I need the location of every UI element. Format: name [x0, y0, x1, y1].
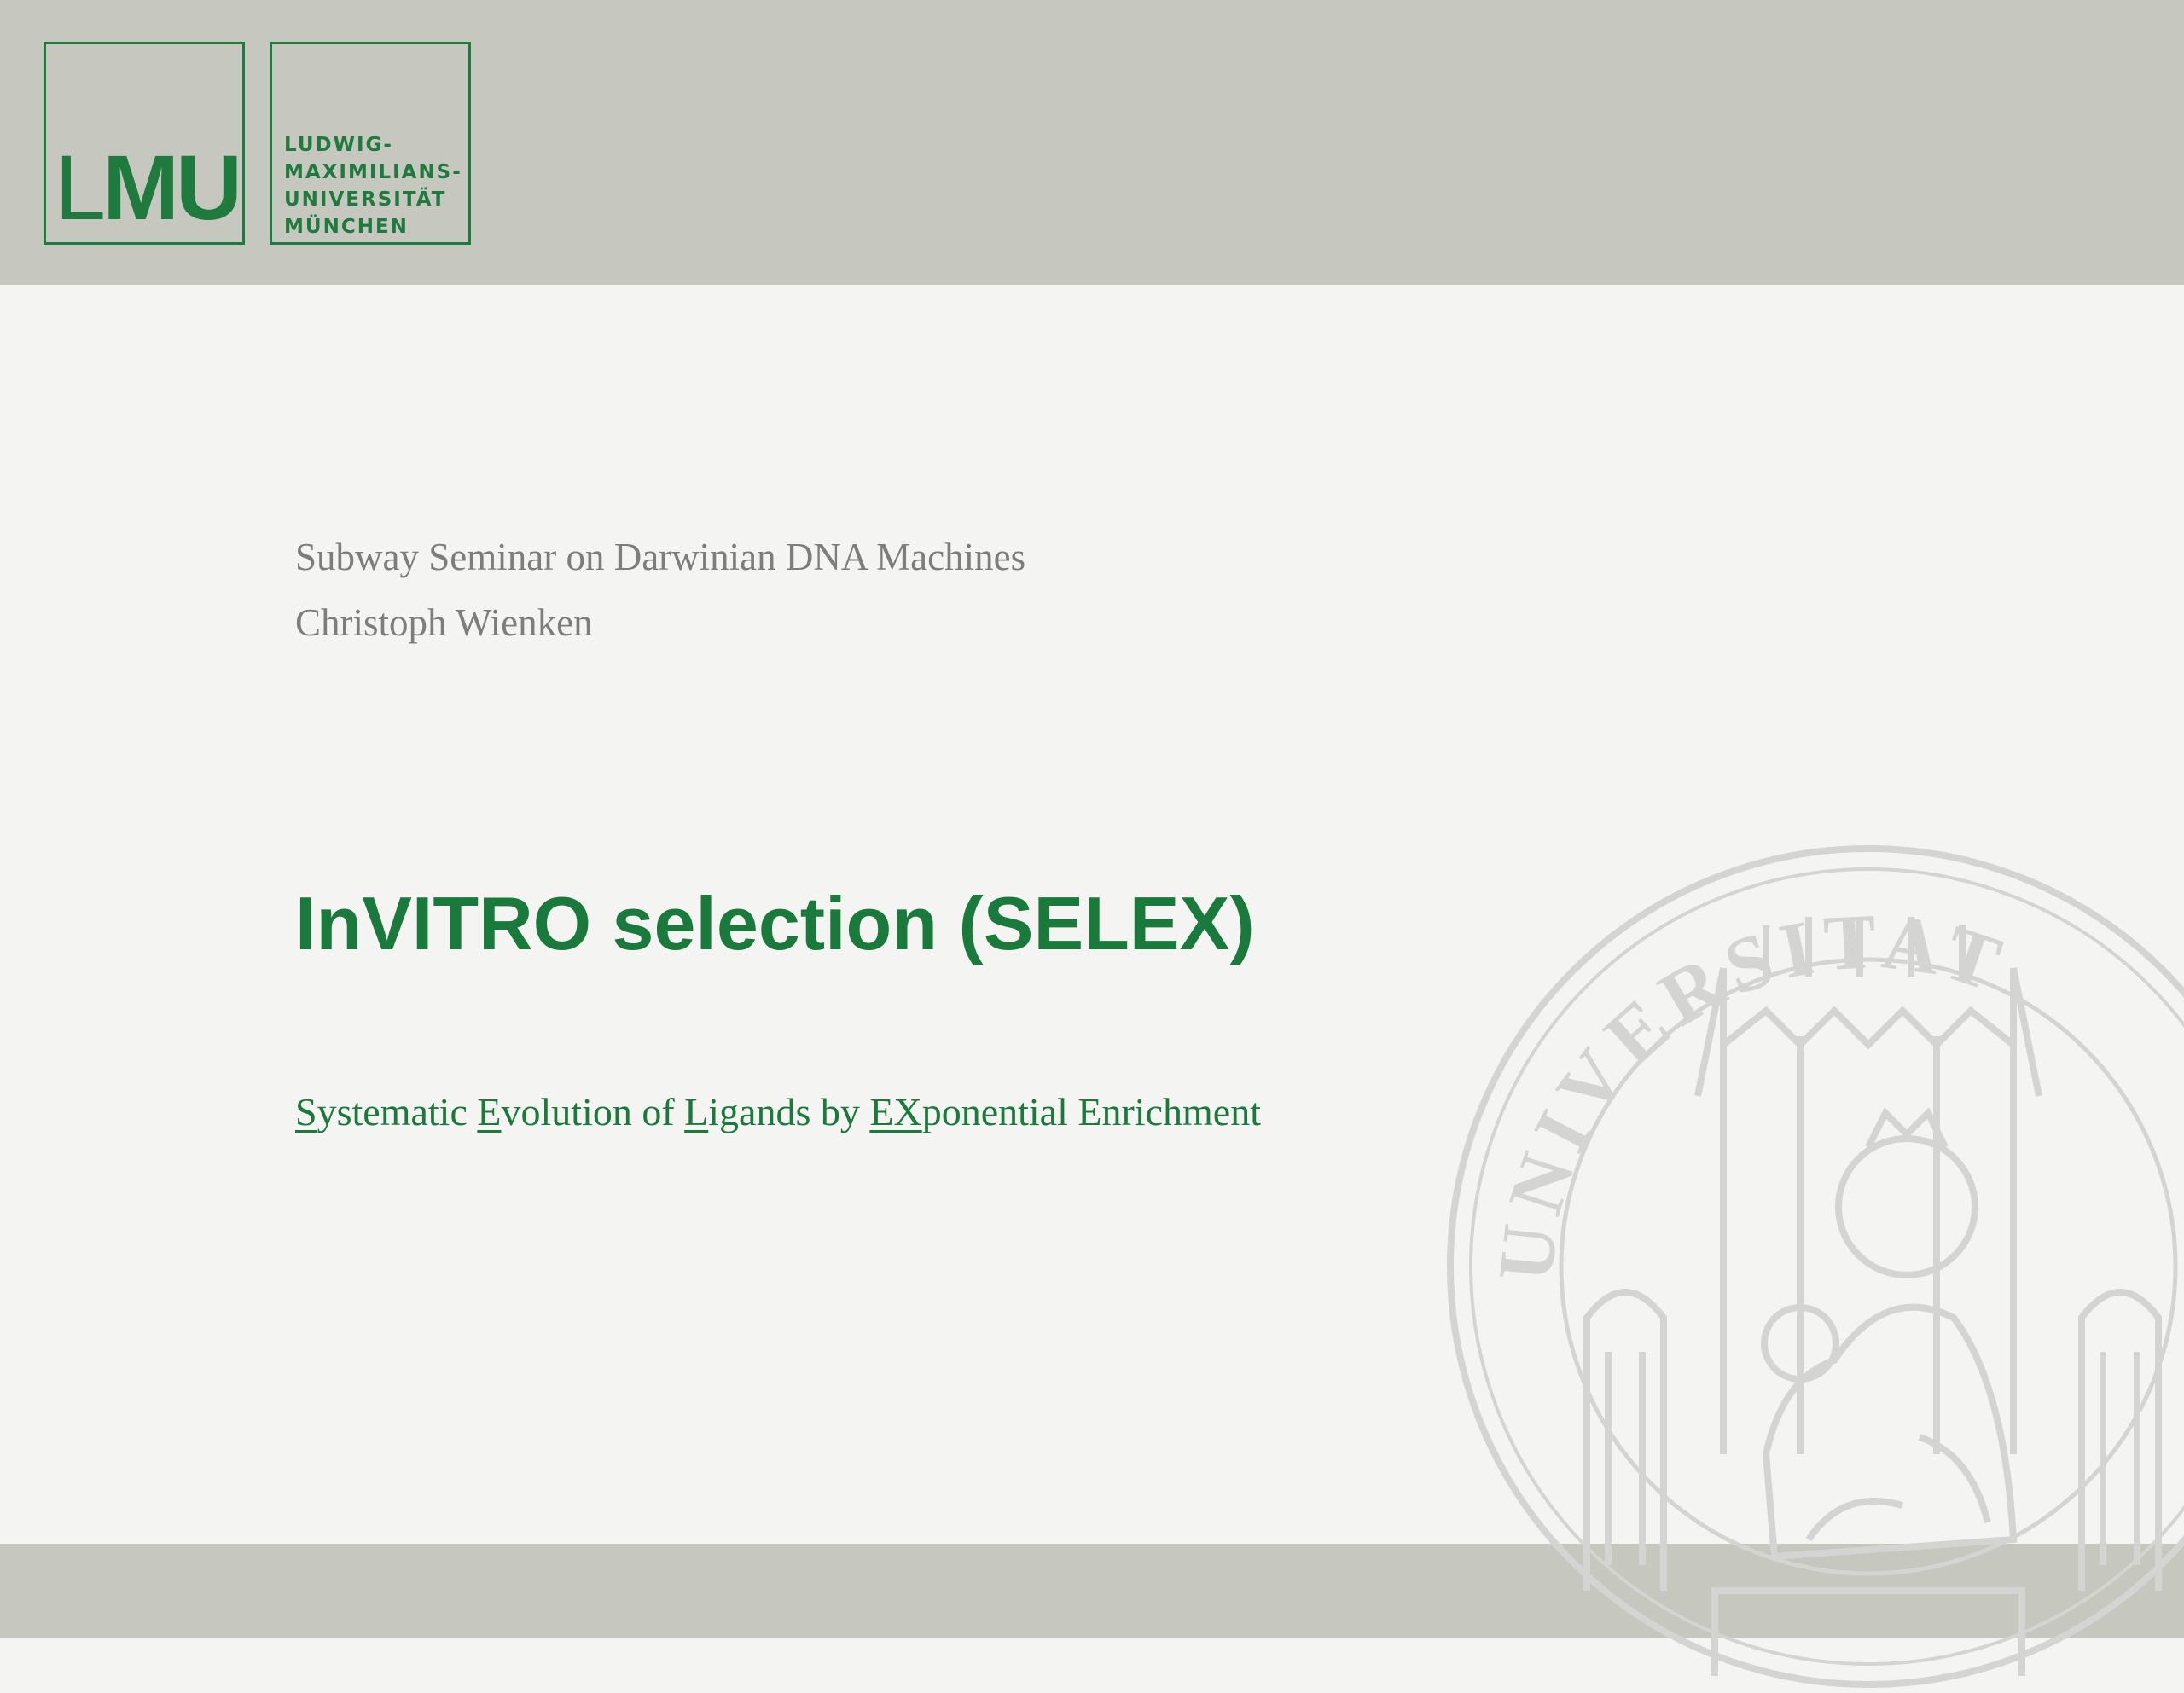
- acronym-expansion: Systematic Evolution of Ligands by EXpon…: [295, 1088, 1261, 1135]
- logo-word: LUDWIG-: [284, 134, 393, 156]
- lmu-logo-mark: LMU: [44, 42, 245, 245]
- lmu-logo-letters: LMU: [55, 136, 242, 239]
- acronym-letter: E: [477, 1090, 502, 1133]
- logo-word: MÜNCHEN: [284, 216, 409, 238]
- acronym-letter: S: [295, 1090, 317, 1133]
- university-seal-icon: UNIVERSITAT: [1447, 845, 2184, 1688]
- acronym-rest: volution of: [501, 1090, 685, 1133]
- acronym-letter: EX: [869, 1090, 922, 1133]
- lmu-logo-wordmark: LUDWIG- MAXIMILIANS- UNIVERSITÄT MÜNCHEN: [270, 42, 471, 245]
- acronym-rest: ponential Enrichment: [921, 1090, 1261, 1133]
- seminar-name: Subway Seminar on Darwinian DNA Machines: [295, 536, 1026, 578]
- acronym-letter: L: [684, 1090, 709, 1133]
- acronym-rest: ystematic: [317, 1090, 478, 1133]
- slide-title: InVITRO selection (SELEX): [295, 881, 1255, 965]
- logo-word: MAXIMILIANS-: [284, 161, 462, 183]
- author-name: Christoph Wienken: [295, 601, 593, 644]
- lmu-logo-words: LUDWIG- MAXIMILIANS- UNIVERSITÄT MÜNCHEN: [284, 131, 462, 241]
- acronym-rest: igands by: [708, 1090, 870, 1133]
- slide-subtitle-block: Subway Seminar on Darwinian DNA Machines…: [295, 525, 1025, 656]
- logo-word: UNIVERSITÄT: [284, 188, 447, 211]
